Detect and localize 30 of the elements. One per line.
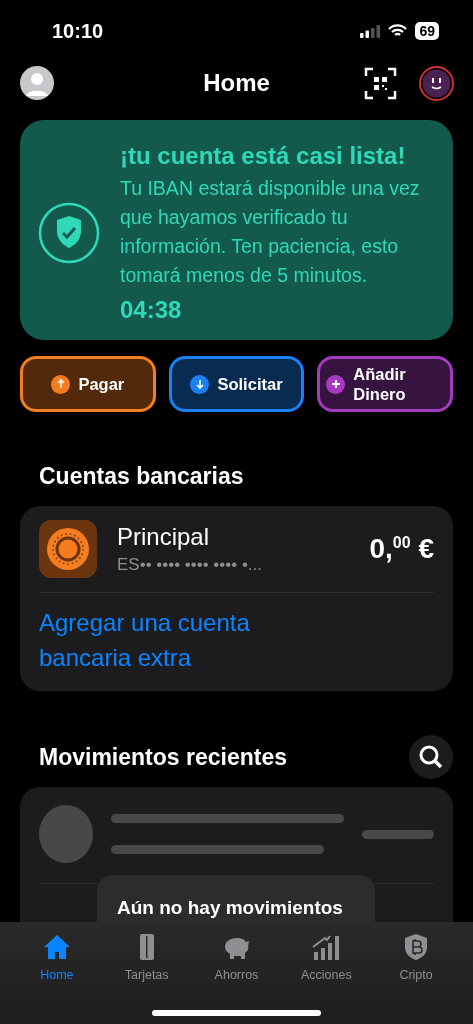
tab-item[interactable]: Cripto — [371, 932, 461, 990]
empty-message: Aún no hay movimientos — [117, 897, 343, 918]
section-title: Movimientos recientes — [39, 743, 287, 771]
account-iban: ES•• •••• •••• •••• •... — [117, 555, 263, 575]
tab-item[interactable]: Acciones — [281, 932, 372, 990]
status-time: 10:10 — [52, 19, 104, 43]
countdown-timer: 04:38 — [120, 296, 183, 324]
shield-check-icon — [38, 202, 100, 264]
account-icon — [39, 520, 97, 578]
profile-avatar[interactable] — [20, 66, 54, 100]
assistant-avatar-icon[interactable] — [419, 65, 454, 101]
qr-scan-icon[interactable] — [364, 66, 397, 100]
banner-title: ¡tu cuenta está casi lista! — [120, 142, 407, 170]
action-button[interactable]: Solicitar — [168, 356, 305, 412]
wifi-icon — [388, 24, 408, 38]
search-button[interactable] — [409, 735, 453, 779]
section-title: Cuentas bancarias — [39, 462, 244, 490]
action-button[interactable]: Añadir Dinero — [317, 356, 453, 412]
tab-item[interactable]: Tarjetas — [101, 932, 192, 990]
tab-item[interactable]: Ahorros — [191, 932, 282, 990]
account-balance: 0,$^{00}$ € — [369, 533, 434, 565]
action-button[interactable]: Pagar — [20, 356, 156, 412]
page-title: Home — [203, 69, 270, 97]
tab-item[interactable]: Home — [12, 932, 102, 990]
account-name: Principal — [117, 523, 211, 551]
battery-indicator: 69 — [415, 22, 439, 40]
add-account-link[interactable]: Agregar una cuenta bancaria extra — [39, 605, 309, 681]
search-icon — [418, 744, 444, 770]
banner-message: Tu IBAN estará disponible una vez que hayamos verificado tu información. Ten paciencia, esto tomará menos de 5 minutos. — [120, 176, 421, 288]
signal-icon — [360, 24, 381, 38]
